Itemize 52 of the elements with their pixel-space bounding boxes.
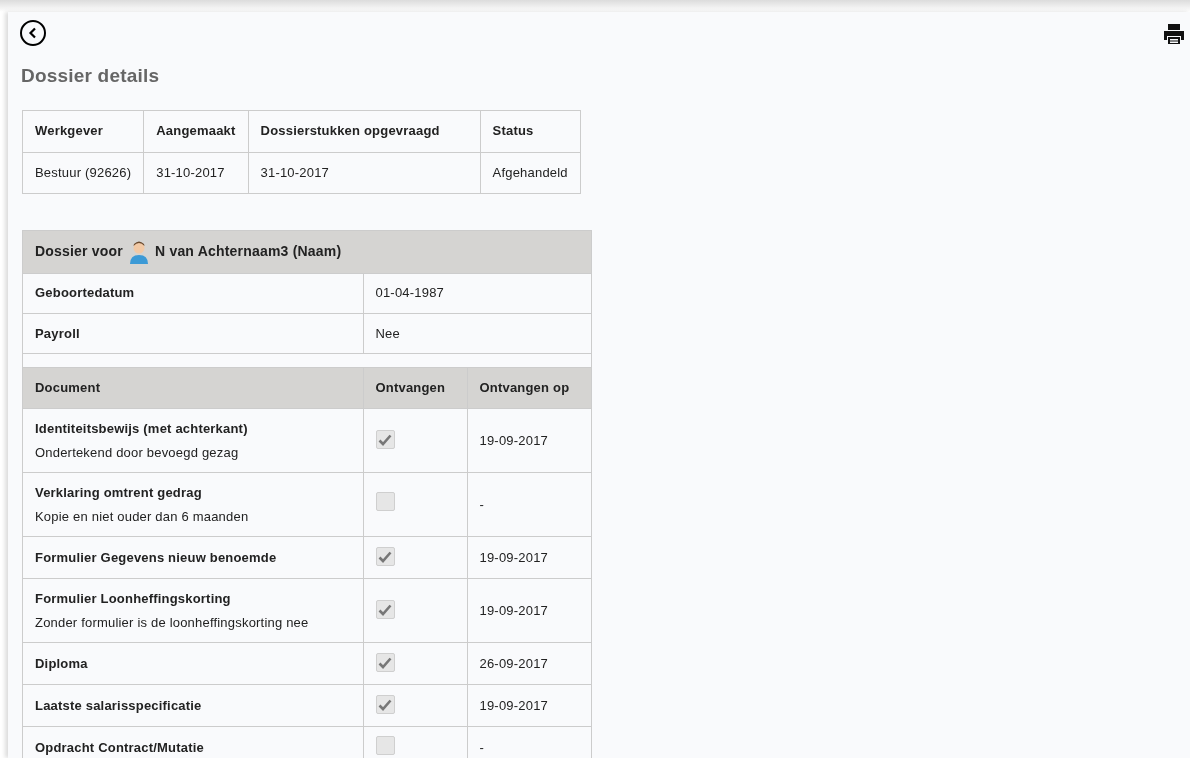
checkbox[interactable]	[375, 695, 395, 714]
printer-icon	[1162, 22, 1186, 46]
checkmark-icon	[378, 550, 392, 563]
document-title: Laatste salarisspecificatie	[35, 696, 203, 715]
field-value: Nee	[363, 313, 591, 353]
column-header: Status	[480, 110, 581, 152]
checkmark-icon	[378, 656, 392, 669]
received-date: 26-09-2017	[467, 642, 591, 685]
received-date: 19-09-2017	[467, 684, 591, 727]
table-cell: 31-10-2017	[143, 152, 249, 193]
checkbox[interactable]	[375, 492, 395, 512]
column-header: Ontvangen	[363, 367, 467, 409]
table-cell: Afgehandeld	[480, 152, 581, 193]
document-title: Formulier Gegevens nieuw benoemde	[35, 548, 278, 567]
person-name: N van Achternaam3 (Naam)	[155, 242, 342, 261]
checkbox[interactable]	[375, 430, 395, 449]
page-title: Dossier details	[21, 64, 161, 88]
checkmark-icon	[378, 698, 392, 711]
chevron-left-icon	[28, 27, 38, 39]
checkbox[interactable]	[375, 600, 395, 619]
field-label: Payroll	[23, 313, 363, 353]
document-note: Zonder formulier is de loonheffingskorting nee	[35, 614, 310, 632]
received-date: -	[467, 472, 591, 537]
column-header: Aangemaakt	[143, 110, 249, 152]
document-note: Ondertekend door bevoegd gezag	[35, 444, 240, 462]
table-cell: Bestuur (92626)	[22, 152, 144, 193]
checkmark-icon	[378, 433, 392, 446]
column-header: Dossierstukken opgevraagd	[248, 110, 481, 152]
checkbox[interactable]	[375, 735, 395, 755]
column-header: Werkgever	[22, 110, 144, 152]
field-label: Geboortedatum	[23, 273, 363, 313]
checkbox[interactable]	[375, 653, 395, 672]
field-value: 01-04-1987	[363, 273, 591, 313]
document-title: Formulier Loonheffingskorting	[35, 589, 232, 608]
back-button[interactable]	[20, 20, 46, 46]
column-header: Ontvangen op	[467, 367, 591, 409]
received-date: -	[467, 726, 591, 758]
document-title: Diploma	[35, 654, 89, 673]
column-header: Document	[23, 367, 363, 409]
table-cell: 31-10-2017	[248, 152, 481, 193]
received-date: 19-09-2017	[467, 536, 591, 579]
received-date: 19-09-2017	[467, 578, 591, 643]
document-title: Opdracht Contract/Mutatie	[35, 739, 205, 757]
heading-label: Dossier voor	[35, 242, 123, 261]
received-date: 19-09-2017	[467, 408, 591, 473]
document-title: Verklaring omtrent gedrag	[35, 483, 203, 502]
print-button[interactable]	[1162, 22, 1186, 46]
person-icon	[129, 239, 149, 264]
checkmark-icon	[378, 603, 392, 616]
document-title: Identiteitsbewijs (met achterkant)	[35, 419, 249, 438]
document-note: Kopie en niet ouder dan 6 maanden	[35, 508, 250, 526]
checkbox[interactable]	[375, 547, 395, 566]
